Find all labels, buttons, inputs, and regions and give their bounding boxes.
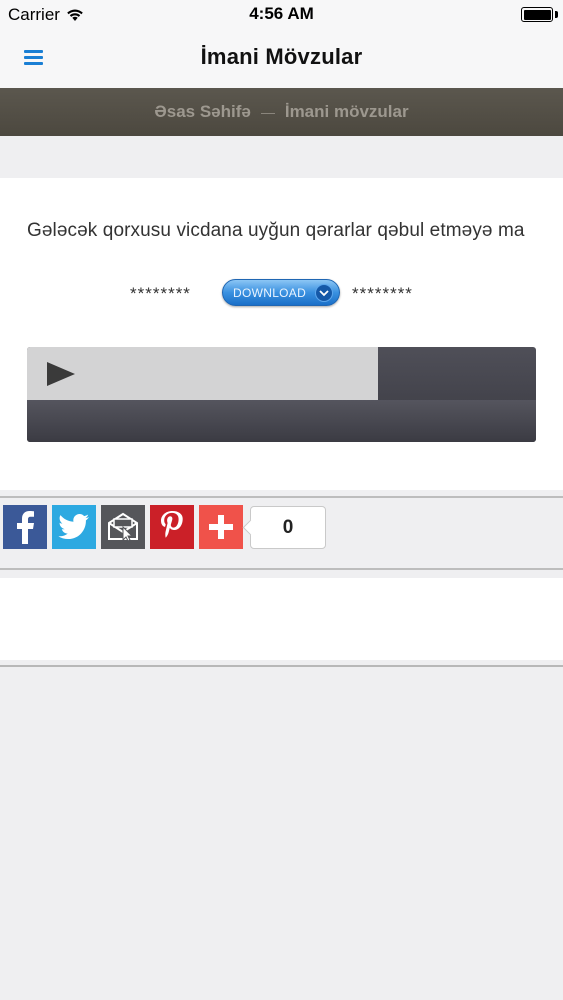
download-row: ******** DOWNLOAD ******** xyxy=(0,278,563,308)
pinterest-icon xyxy=(161,511,183,538)
email-icon xyxy=(108,512,138,542)
breadcrumb: Əsas Səhifə İmani mövzular xyxy=(0,88,563,136)
page-background xyxy=(0,667,563,1000)
battery-tip xyxy=(555,11,558,18)
article-card: Gələcək qorxusu vicdana uyğun qərarlar q… xyxy=(0,178,563,490)
status-bar: Carrier 4:56 AM xyxy=(0,0,563,30)
play-icon[interactable] xyxy=(47,362,75,386)
share-count-badge: 0 xyxy=(250,506,326,549)
download-label: DOWNLOAD xyxy=(233,285,307,300)
audio-player xyxy=(27,347,536,442)
player-controls-area xyxy=(27,400,536,442)
navigation-bar: İmani Mövzular xyxy=(0,30,563,88)
decorative-stars: ******** xyxy=(352,284,413,303)
article-title: Gələcək qorxusu vicdana uyğun qərarlar q… xyxy=(27,220,525,241)
twitter-icon xyxy=(58,514,89,539)
download-button[interactable]: DOWNLOAD xyxy=(222,279,340,306)
facebook-icon xyxy=(17,511,34,544)
chevron-down-icon xyxy=(315,284,333,302)
decorative-stars: ******** xyxy=(130,284,191,303)
page-title: İmani Mövzular xyxy=(200,44,363,69)
pinterest-share-button[interactable] xyxy=(150,505,194,549)
divider xyxy=(0,496,563,498)
battery-icon xyxy=(521,7,553,22)
spacer xyxy=(0,136,563,178)
facebook-share-button[interactable] xyxy=(3,505,47,549)
breadcrumb-home-link[interactable]: Əsas Səhifə xyxy=(154,102,250,122)
twitter-share-button[interactable] xyxy=(52,505,96,549)
plus-icon xyxy=(209,515,233,539)
player-progress-bar[interactable] xyxy=(27,347,379,400)
breadcrumb-current: İmani mövzular xyxy=(284,102,409,121)
divider xyxy=(0,568,563,570)
breadcrumb-separator xyxy=(260,113,275,114)
email-share-button[interactable] xyxy=(101,505,145,549)
share-bar: 0 xyxy=(0,490,563,578)
empty-section xyxy=(0,578,563,660)
more-share-button[interactable] xyxy=(199,505,243,549)
clock: 4:56 AM xyxy=(249,4,314,23)
